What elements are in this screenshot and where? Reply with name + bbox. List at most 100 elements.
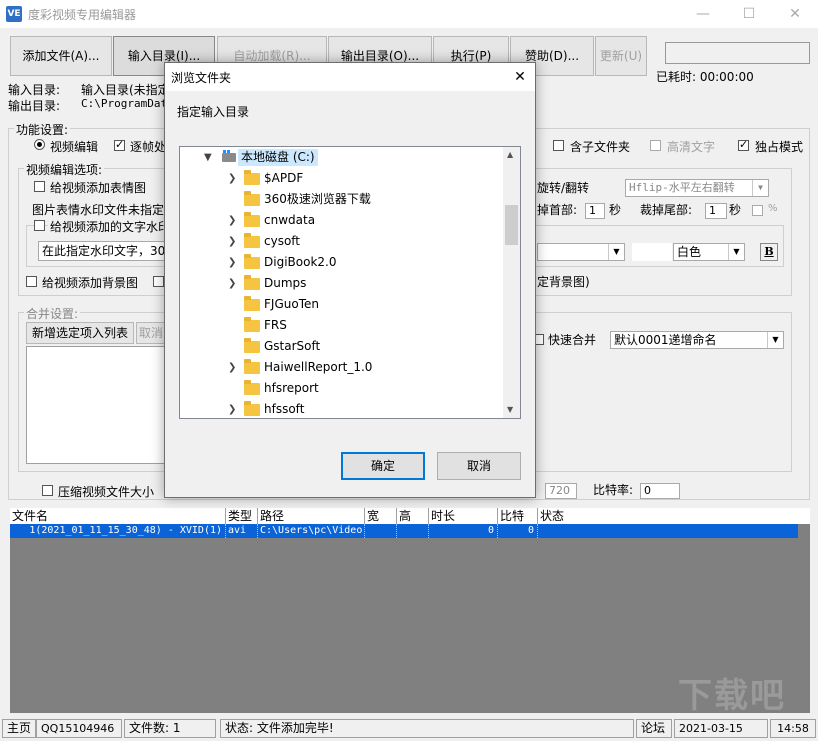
function-settings-label: 功能设置: [14, 121, 70, 138]
watermark-text-input[interactable]: 在此指定水印文字，30 [38, 241, 178, 261]
trim-head-label: 掉首部: [537, 201, 577, 218]
scroll-down-icon[interactable]: ▼ [507, 405, 513, 414]
col-path[interactable]: 路径 [258, 508, 365, 524]
folder-item[interactable]: 360极速浏览器下载 [180, 189, 504, 210]
chevron-right-icon[interactable]: ❯ [228, 210, 236, 231]
exclusive-mode-checkbox[interactable] [738, 140, 749, 151]
add-emoji-label: 给视频添加表情图 [50, 179, 146, 196]
title-bar: VE 度彩视频专用编辑器 — ☐ ✕ [0, 0, 818, 28]
col-width[interactable]: 宽 [365, 508, 397, 524]
add-emoji-checkbox[interactable] [34, 181, 45, 192]
file-list[interactable]: 文件名 类型 路径 宽 高 时长 比特 状态 1(2021_01_11_15_3… [10, 508, 810, 713]
folder-item[interactable]: ❯Dumps [180, 273, 504, 294]
folder-label: hfssoft [264, 399, 304, 419]
cancel-button[interactable]: 取消 [437, 452, 521, 480]
color-select-value: 白色 [677, 245, 701, 259]
trim-head-unit: 秒 [609, 201, 621, 218]
col-filename[interactable]: 文件名 [10, 508, 226, 524]
cell-path: C:\Users\pc\Video [258, 524, 365, 538]
percent-checkbox[interactable] [752, 205, 763, 216]
background-option-checkbox[interactable] [153, 276, 164, 287]
bold-button[interactable]: B [760, 243, 778, 261]
forum-link[interactable]: 论坛 [636, 719, 672, 738]
minimize-button[interactable]: — [680, 0, 726, 28]
folder-item[interactable]: ❯$APDF [180, 168, 504, 189]
update-button[interactable]: 更新(U) [595, 36, 647, 76]
video-edit-radio[interactable] [34, 139, 45, 150]
compress-checkbox[interactable] [42, 485, 53, 496]
tree-root-item[interactable]: ▼ 本地磁盘 (C:) [180, 147, 504, 168]
color-select[interactable]: 白色 ▼ [673, 243, 745, 261]
folder-item[interactable]: ❯cnwdata [180, 210, 504, 231]
folder-icon [244, 299, 260, 311]
naming-select[interactable]: 默认0001递增命名 ▼ [610, 331, 784, 349]
folder-item[interactable]: ❯DigiBook2.0 [180, 252, 504, 273]
folder-icon [244, 341, 260, 353]
chevron-down-icon: ▼ [752, 180, 768, 196]
video-edit-label: 视频编辑 [50, 138, 98, 155]
status-date: 2021-03-15 [674, 719, 768, 738]
chevron-right-icon[interactable]: ❯ [228, 399, 236, 419]
col-status[interactable]: 状态 [538, 508, 798, 524]
cell-width [365, 524, 397, 538]
add-selected-button[interactable]: 新增选定项入列表 [26, 322, 134, 344]
maximize-button[interactable]: ☐ [726, 0, 772, 28]
chevron-right-icon[interactable]: ❯ [228, 273, 236, 294]
folder-tree[interactable]: ▼ 本地磁盘 (C:) ❯$APDF360极速浏览器下载❯cnwdata❯cys… [179, 146, 521, 419]
folder-icon [244, 173, 260, 185]
close-button[interactable]: ✕ [772, 0, 818, 28]
cell-duration: 0 [429, 524, 498, 538]
app-icon: VE [6, 6, 22, 22]
frame-by-frame-checkbox[interactable] [114, 140, 125, 151]
folder-label: GstarSoft [264, 336, 320, 357]
chevron-right-icon[interactable]: ❯ [228, 231, 236, 252]
chevron-right-icon[interactable]: ❯ [228, 252, 236, 273]
chevron-right-icon[interactable]: ❯ [228, 357, 236, 378]
folder-item[interactable]: ❯ hfssoft [180, 399, 504, 419]
naming-select-value: 默认0001递增命名 [614, 333, 717, 347]
scroll-thumb[interactable] [505, 205, 518, 245]
include-subfolders-checkbox[interactable] [553, 140, 564, 151]
ok-button[interactable]: 确定 [341, 452, 425, 480]
rotate-select-value: Hflip-水平左右翻转 [629, 181, 735, 194]
color-swatch[interactable] [632, 243, 672, 261]
folder-item[interactable]: GstarSoft [180, 336, 504, 357]
folder-icon [244, 320, 260, 332]
tree-root-label: 本地磁盘 (C:) [238, 149, 318, 166]
folder-item[interactable]: ❯cysoft [180, 231, 504, 252]
trim-tail-input[interactable]: 1 [705, 203, 727, 219]
add-background-checkbox[interactable] [26, 276, 37, 287]
merge-list[interactable] [26, 346, 166, 464]
height-input[interactable]: 720 [545, 483, 577, 499]
chevron-down-icon[interactable]: ▼ [204, 147, 212, 168]
col-bitrate[interactable]: 比特 [498, 508, 538, 524]
tree-scrollbar[interactable]: ▲ ▼ [503, 147, 520, 418]
col-height[interactable]: 高 [397, 508, 429, 524]
folder-item[interactable]: FJGuoTen [180, 294, 504, 315]
font-select[interactable]: ▼ [537, 243, 625, 261]
watermark-file-status: 图片表情水印文件未指定 [32, 201, 164, 218]
scroll-up-icon[interactable]: ▲ [507, 150, 513, 159]
folder-item[interactable]: FRS [180, 315, 504, 336]
bitrate-input[interactable]: 0 [640, 483, 680, 499]
chevron-down-icon: ▼ [608, 244, 624, 260]
add-text-watermark-checkbox[interactable] [34, 220, 45, 231]
output-dir-label: 输出目录: [8, 97, 60, 114]
add-file-button[interactable]: 添加文件(A)... [10, 36, 112, 76]
home-link[interactable]: 主页 [2, 719, 36, 738]
hd-text-checkbox[interactable] [650, 140, 661, 151]
trim-tail-label: 裁掉尾部: [640, 201, 692, 218]
rotate-select[interactable]: Hflip-水平左右翻转 ▼ [625, 179, 769, 197]
chevron-right-icon[interactable]: ❯ [228, 168, 236, 189]
col-duration[interactable]: 时长 [429, 508, 498, 524]
col-type[interactable]: 类型 [226, 508, 258, 524]
elapsed-time: 已耗时: 00:00:00 [656, 68, 754, 85]
folder-item[interactable]: ❯HaiwellReport_1.0 [180, 357, 504, 378]
chevron-down-icon: ▼ [767, 332, 783, 348]
trim-head-input[interactable]: 1 [585, 203, 605, 219]
dialog-close-button[interactable]: ✕ [505, 66, 535, 88]
folder-label: FJGuoTen [264, 294, 319, 315]
folder-item[interactable]: hfsreport [180, 378, 504, 399]
table-row[interactable]: 1(2021_01_11_15_30_48) - XVID(1) avi C:\… [10, 524, 798, 538]
merge-cancel-button[interactable]: 取消 [136, 322, 166, 344]
